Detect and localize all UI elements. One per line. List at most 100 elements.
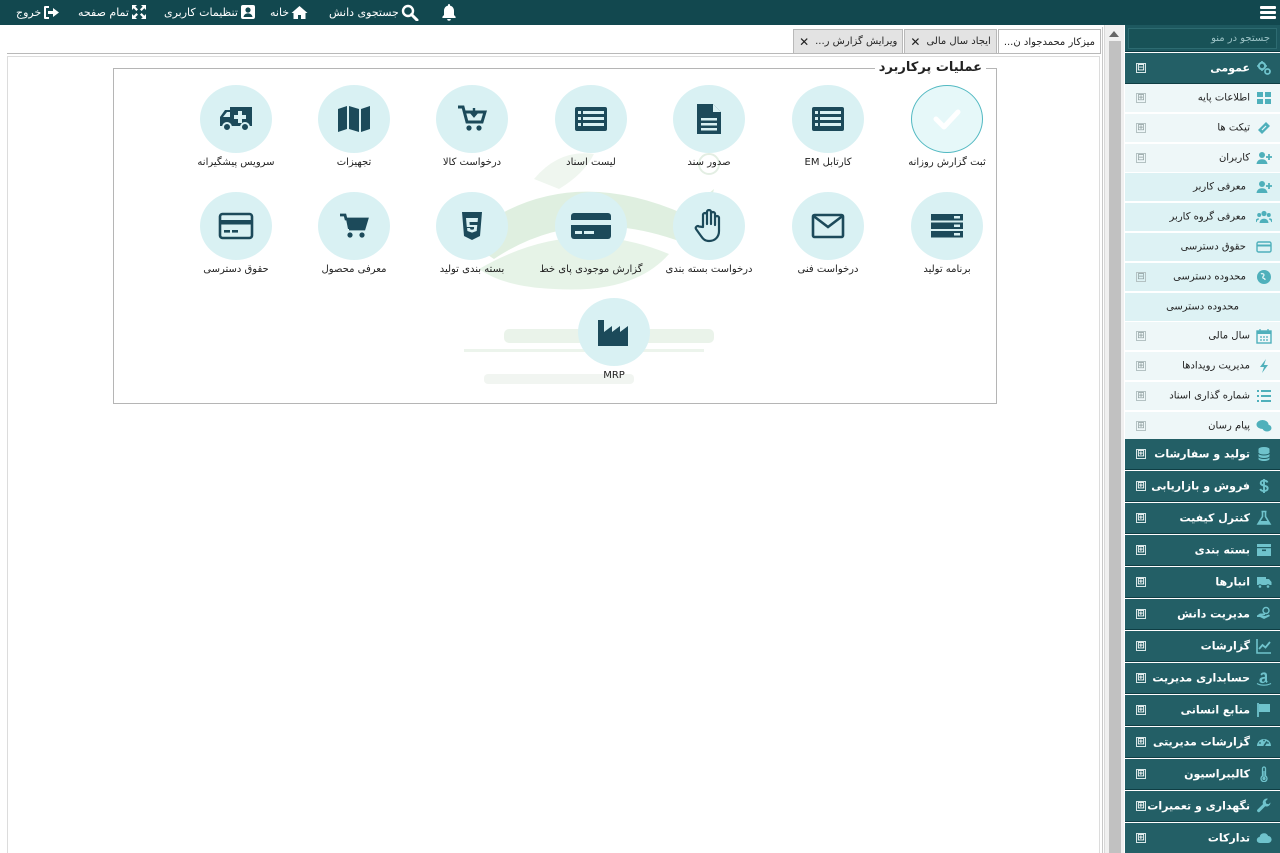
sidebar-section-quality-control[interactable]: ⊞ کنترل کیفیت (1125, 503, 1280, 534)
expand-toggle-icon[interactable]: ⊞ (1136, 769, 1146, 779)
quick-action-em-cartable[interactable]: کارتابل EM (768, 85, 888, 168)
sidebar-section-reports[interactable]: ⊞ گزارشات (1125, 631, 1280, 662)
user-settings-link[interactable]: تنظیمات کاربری (164, 3, 256, 21)
logout-link[interactable]: خروج (16, 3, 60, 21)
scroll-up-arrow-icon[interactable] (1109, 31, 1119, 37)
bell-icon[interactable] (441, 3, 457, 21)
action-icon-circle[interactable] (318, 85, 390, 153)
sidebar-item-fiscal-year[interactable]: ⊞ سال مالی (1125, 322, 1280, 351)
quick-action-technical-request[interactable]: درخواست فنی (768, 192, 888, 275)
expand-toggle-icon[interactable]: ⊞ (1136, 577, 1146, 587)
sidebar-section-maintenance[interactable]: ⊞ نگهداری و تعمیرات (1125, 791, 1280, 822)
sidebar-section-packaging[interactable]: ⊞ بسته بندی (1125, 535, 1280, 566)
action-icon-circle[interactable] (200, 85, 272, 153)
sidebar-item-messenger[interactable]: ⊞ پیام رسان (1125, 412, 1280, 441)
expand-toggle-icon[interactable]: ⊞ (1136, 673, 1146, 683)
quick-action-mrp[interactable]: MRP (554, 298, 674, 381)
sidebar-item-document-numbering[interactable]: ⊞ شماره گذاری اسناد (1125, 382, 1280, 411)
sidebar-item-base-info[interactable]: ⊞ اطلاعات پایه (1125, 84, 1280, 113)
sidebar-item-access-scope-child[interactable]: محدوده دسترسی (1125, 293, 1280, 322)
quick-action-issue-document[interactable]: صدور سند (649, 85, 769, 168)
quick-action-product-introduction[interactable]: معرفی محصول (294, 192, 414, 275)
action-icon-circle[interactable] (911, 85, 983, 153)
action-icon-circle[interactable] (673, 192, 745, 260)
quick-action-daily-report[interactable]: ثبت گزارش روزانه (887, 85, 1007, 168)
quick-action-preventive-service[interactable]: سرویس پیشگیرانه (176, 85, 296, 168)
knowledge-search-link[interactable]: جستجوی دانش (329, 3, 419, 21)
expand-toggle-icon[interactable]: ⊞ (1136, 513, 1146, 523)
expand-toggle-icon[interactable]: ⊞ (1136, 737, 1146, 747)
sidebar-section-calibration[interactable]: ⊞ کالیبراسیون (1125, 759, 1280, 790)
sidebar-section-label: فروش و بازاریابی (1151, 479, 1250, 493)
action-icon-circle[interactable] (436, 192, 508, 260)
quick-action-line-stock-report[interactable]: گزارش موجودی پای خط (531, 192, 651, 275)
close-icon[interactable]: ✕ (910, 36, 920, 48)
expand-toggle-icon[interactable]: ⊞ (1136, 833, 1146, 843)
action-icon-circle[interactable] (792, 85, 864, 153)
sidebar-section-management-accounting[interactable]: ⊞ حسابداری مدیریت (1125, 663, 1280, 694)
expand-toggle-icon[interactable]: ⊞ (1136, 361, 1146, 371)
sidebar-section-general[interactable]: ⊟ عمومی (1125, 53, 1280, 84)
action-icon-circle[interactable] (436, 85, 508, 153)
action-icon-circle[interactable] (200, 192, 272, 260)
fullscreen-link[interactable]: تمام صفحه (78, 3, 147, 21)
expand-toggle-icon[interactable]: ⊞ (1136, 481, 1146, 491)
content-scrollbar[interactable] (1104, 25, 1124, 853)
quick-action-equipment[interactable]: تجهیزات (294, 85, 414, 168)
quick-action-production-plan[interactable]: برنامه تولید (887, 192, 1007, 275)
expand-toggle-icon[interactable]: ⊞ (1136, 421, 1146, 431)
sidebar-section-warehouses[interactable]: ⊞ انبارها (1125, 567, 1280, 598)
sidebar-section-human-resources[interactable]: ⊞ منابع انسانی (1125, 695, 1280, 726)
sidebar-item-label: حقوق دسترسی (1180, 241, 1246, 253)
sidebar-item-introduce-user-group[interactable]: معرفی گروه کاربر (1125, 203, 1280, 232)
quick-action-access-rights[interactable]: حقوق دسترسی (176, 192, 296, 275)
expand-toggle-icon[interactable]: ⊞ (1136, 449, 1146, 459)
expand-toggle-icon[interactable]: ⊞ (1136, 123, 1146, 133)
sidebar-item-introduce-user[interactable]: معرفی کاربر (1125, 173, 1280, 202)
expand-toggle-icon[interactable]: ⊞ (1136, 331, 1146, 341)
menu-hamburger-icon[interactable] (1260, 4, 1276, 21)
tab-dashboard[interactable]: میزکار محمدجواد ن... (997, 29, 1101, 54)
action-icon-circle[interactable] (578, 298, 650, 366)
menu-search-input[interactable] (1128, 28, 1277, 49)
quick-action-goods-request[interactable]: درخواست کالا (412, 85, 532, 168)
tab-create-fiscal-year[interactable]: ایجاد سال مالی ✕ (904, 29, 997, 53)
sidebar-item-access-scope[interactable]: ⊟ محدوده دسترسی (1125, 263, 1280, 292)
quick-action-production-packaging[interactable]: بسته بندی تولید (412, 192, 532, 275)
action-icon-circle[interactable] (792, 192, 864, 260)
sidebar-item-tickets[interactable]: ⊞ تیکت ها (1125, 114, 1280, 143)
action-icon-circle[interactable] (318, 192, 390, 260)
sidebar-item-label: محدوده دسترسی (1166, 301, 1239, 313)
sidebar-section-sales-marketing[interactable]: ⊞ فروش و بازاریابی (1125, 471, 1280, 502)
sidebar-section-production-orders[interactable]: ⊞ تولید و سفارشات (1125, 439, 1280, 470)
sidebar-item-users[interactable]: ⊟ کاربران (1125, 144, 1280, 173)
collapse-toggle-icon[interactable]: ⊟ (1136, 272, 1146, 282)
action-icon-circle[interactable] (555, 192, 627, 260)
expand-toggle-icon[interactable]: ⊞ (1136, 641, 1146, 651)
action-icon-circle[interactable] (911, 192, 983, 260)
expand-toggle-icon[interactable]: ⊞ (1136, 545, 1146, 555)
tab-edit-report[interactable]: ویرایش گزارش ر... ✕ (793, 29, 904, 53)
box-icon (1257, 544, 1271, 556)
sidebar-item-access-rights[interactable]: حقوق دسترسی (1125, 233, 1280, 262)
quick-action-packaging-request[interactable]: درخواست بسته بندی (649, 192, 769, 275)
quick-action-document-list[interactable]: لیست اسناد (531, 85, 651, 168)
home-link[interactable]: خانه (270, 3, 308, 21)
sidebar-section-management-reports[interactable]: ⊞ گزارشات مدیریتی (1125, 727, 1280, 758)
expand-toggle-icon[interactable]: ⊞ (1136, 801, 1146, 811)
action-icon-circle[interactable] (673, 85, 745, 153)
sidebar-section-procurement[interactable]: ⊞ تدارکات (1125, 823, 1280, 853)
collapse-toggle-icon[interactable]: ⊟ (1136, 63, 1146, 73)
collapse-toggle-icon[interactable]: ⊟ (1136, 153, 1146, 163)
expand-toggle-icon[interactable]: ⊞ (1136, 391, 1146, 401)
globe-icon (1257, 270, 1271, 284)
sidebar-section-label: تولید و سفارشات (1154, 447, 1250, 461)
expand-toggle-icon[interactable]: ⊞ (1136, 609, 1146, 619)
scroll-thumb[interactable] (1109, 41, 1121, 853)
close-icon[interactable]: ✕ (799, 36, 809, 48)
expand-toggle-icon[interactable]: ⊞ (1136, 93, 1146, 103)
expand-toggle-icon[interactable]: ⊞ (1136, 705, 1146, 715)
sidebar-item-event-management[interactable]: ⊞ مدیریت رویدادها (1125, 352, 1280, 381)
sidebar-section-knowledge-management[interactable]: ⊞ مدیریت دانش (1125, 599, 1280, 630)
action-icon-circle[interactable] (555, 85, 627, 153)
